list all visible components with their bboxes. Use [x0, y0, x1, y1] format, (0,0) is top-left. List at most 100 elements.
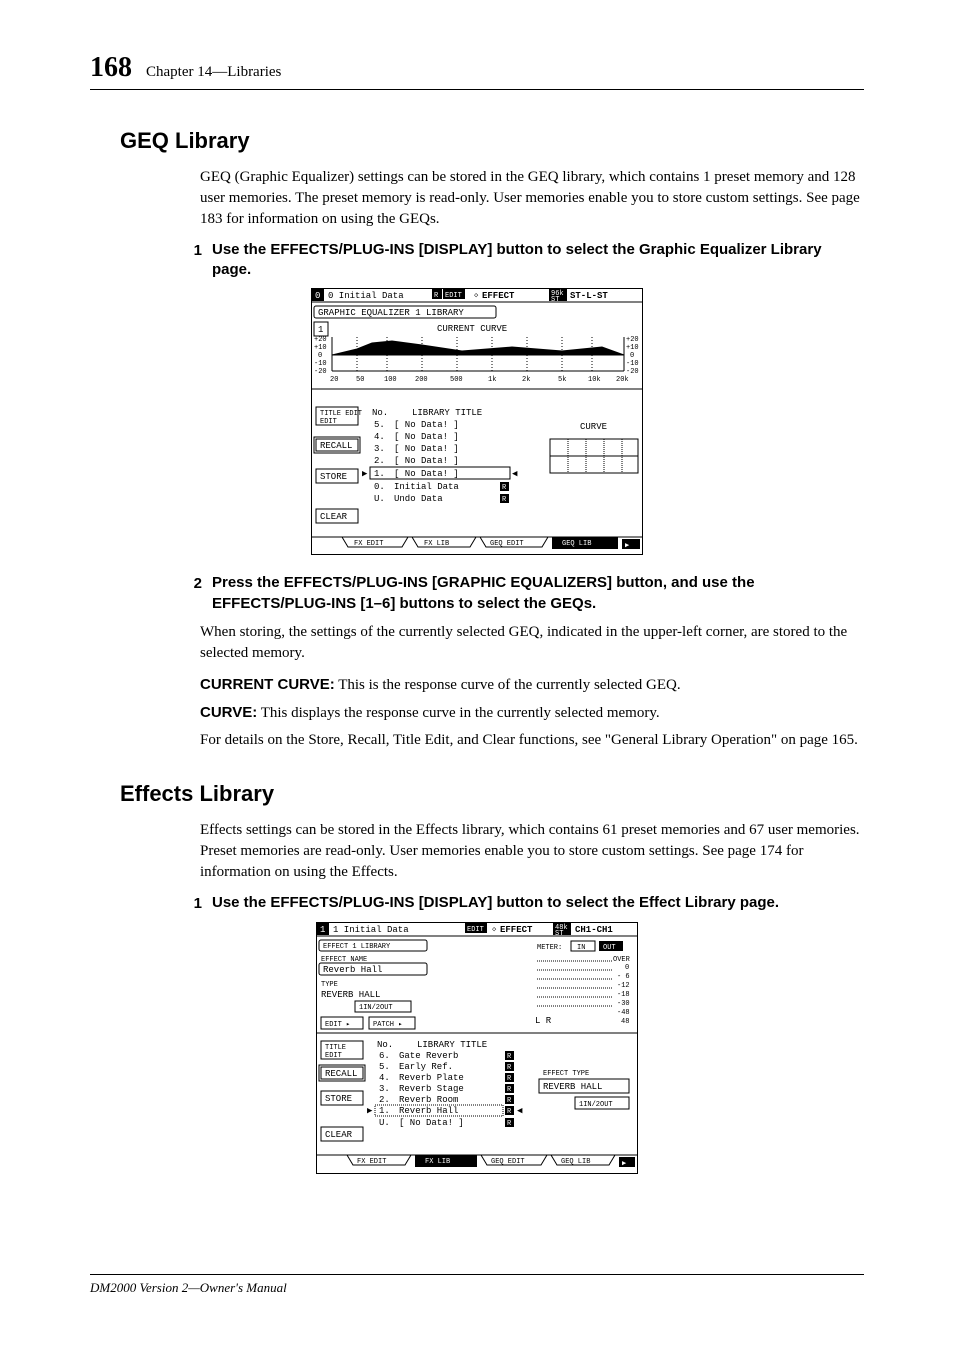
btn-store[interactable]: STORE: [320, 472, 347, 482]
svg-text:U.: U.: [374, 494, 385, 504]
svg-text:48: 48: [621, 1018, 629, 1026]
svg-text:Gate Reverb: Gate Reverb: [399, 1051, 458, 1061]
header-left: 1 Initial Data: [333, 925, 409, 935]
section-heading-effects: Effects Library: [120, 779, 864, 810]
svg-text:-30: -30: [617, 1000, 630, 1008]
svg-text:4.: 4.: [379, 1073, 390, 1083]
effect-type-label: EFFECT TYPE: [543, 1070, 589, 1078]
tab-row: FX EDIT FX LIB GEQ EDIT GEQ LIB ▶: [342, 537, 640, 550]
svg-text:100: 100: [384, 376, 397, 384]
type-label: TYPE: [321, 981, 338, 989]
meter-in[interactable]: IN: [577, 944, 585, 952]
svg-text:+20: +20: [626, 336, 639, 344]
btn-clear[interactable]: CLEAR: [325, 1130, 353, 1140]
svg-text:EDIT: EDIT: [325, 1052, 342, 1060]
meter-lr: L R: [535, 1016, 552, 1026]
step-number: 2: [174, 573, 212, 614]
tab-fx-lib[interactable]: FX LIB: [424, 540, 449, 548]
svg-text:-10: -10: [314, 360, 327, 368]
page-number: 168: [90, 48, 132, 87]
svg-text:[ No Data! ]: [ No Data! ]: [399, 1118, 464, 1128]
svg-text:U.: U.: [379, 1118, 390, 1128]
svg-text:-20: -20: [314, 368, 327, 376]
list-col-no: No.: [377, 1040, 393, 1050]
term-current-curve-body: This is the response curve of the curren…: [335, 677, 681, 693]
btn-store[interactable]: STORE: [325, 1094, 352, 1104]
triangle-left-icon: ◀: [517, 1106, 523, 1116]
svg-text:Reverb Stage: Reverb Stage: [399, 1084, 464, 1094]
tab-fx-edit[interactable]: FX EDIT: [354, 540, 383, 548]
btn-recall[interactable]: RECALL: [320, 441, 352, 451]
svg-text:5k: 5k: [558, 376, 566, 384]
effect-library-screenshot: 1 1 Initial Data EDIT ◇ EFFECT 48kST CH1…: [316, 922, 638, 1174]
triangle-right-icon: ▶: [362, 469, 368, 479]
fx-step-1: 1 Use the EFFECTS/PLUG-INS [DISPLAY] but…: [174, 893, 864, 914]
svg-text:Undo Data: Undo Data: [394, 494, 443, 504]
svg-text:Reverb Room: Reverb Room: [399, 1095, 458, 1105]
svg-text:-20: -20: [626, 368, 639, 376]
svg-text:5.: 5.: [379, 1062, 390, 1072]
effect-type: REVERB HALL: [321, 990, 380, 1000]
tab-geq-lib[interactable]: GEQ LIB: [562, 540, 591, 548]
geq-step2-body: When storing, the settings of the curren…: [200, 622, 864, 664]
term-curve-body: This displays the response curve in the …: [257, 705, 659, 721]
tab-fx-edit[interactable]: FX EDIT: [357, 1158, 386, 1166]
step-number: 1: [174, 240, 212, 281]
svg-text:20: 20: [330, 376, 338, 384]
btn-title-edit[interactable]: TITLE EDIT: [320, 410, 362, 418]
tab-geq-lib[interactable]: GEQ LIB: [561, 1158, 590, 1166]
svg-text:3.: 3.: [374, 444, 385, 454]
svg-text:EDIT: EDIT: [467, 926, 484, 934]
step-text: Press the EFFECTS/PLUG-INS [GRAPHIC EQUA…: [212, 573, 864, 614]
geq-step-2: 2 Press the EFFECTS/PLUG-INS [GRAPHIC EQ…: [174, 573, 864, 614]
triangle-right-icon: ▶: [367, 1106, 373, 1116]
svg-text:-18: -18: [617, 991, 630, 999]
btn-recall[interactable]: RECALL: [325, 1069, 357, 1079]
svg-text:OVER: OVER: [613, 956, 631, 964]
page-header: 168 Chapter 14—Libraries: [90, 48, 864, 90]
svg-text:1: 1: [320, 925, 325, 935]
header-index: 0: [315, 291, 320, 301]
svg-text:2.: 2.: [374, 456, 385, 466]
svg-text:0: 0: [625, 964, 629, 972]
meter-out[interactable]: OUT: [603, 944, 616, 952]
svg-text:200: 200: [415, 376, 428, 384]
svg-text:50: 50: [356, 376, 364, 384]
list-col-title: LIBRARY TITLE: [417, 1040, 487, 1050]
svg-text:0: 0: [630, 352, 634, 360]
btn-title-edit[interactable]: TITLE: [325, 1044, 346, 1052]
svg-text:[ No Data! ]: [ No Data! ]: [394, 420, 459, 430]
svg-text:Reverb Hall: Reverb Hall: [399, 1106, 458, 1116]
header-center: EFFECT: [482, 291, 515, 301]
page-label: GRAPHIC EQUALIZER 1 LIBRARY: [318, 308, 464, 318]
btn-edit[interactable]: EDIT ▸: [325, 1021, 350, 1029]
tab-geq-edit[interactable]: GEQ EDIT: [490, 540, 524, 548]
footer: DM2000 Version 2—Owner's Manual: [90, 1274, 864, 1297]
svg-text:1.: 1.: [379, 1106, 390, 1116]
svg-text:EDIT: EDIT: [320, 418, 337, 426]
svg-text:[ No Data! ]: [ No Data! ]: [394, 432, 459, 442]
geq-library-screenshot: 0 0 Initial Data R EDIT ◇ EFFECT 96kST S…: [311, 288, 643, 555]
svg-text:[ No Data! ]: [ No Data! ]: [394, 456, 459, 466]
svg-text:+10: +10: [314, 344, 327, 352]
svg-text:Initial Data: Initial Data: [394, 482, 459, 492]
tab-fx-lib[interactable]: FX LIB: [425, 1158, 450, 1166]
geq-step-1: 1 Use the EFFECTS/PLUG-INS [DISPLAY] but…: [174, 240, 864, 281]
section-heading-geq: GEQ Library: [120, 126, 864, 157]
btn-patch[interactable]: PATCH ▸: [373, 1021, 402, 1029]
svg-text:-10: -10: [626, 360, 639, 368]
svg-text:20k: 20k: [616, 376, 629, 384]
current-curve-label: CURRENT CURVE: [437, 324, 507, 334]
tab-geq-edit[interactable]: GEQ EDIT: [491, 1158, 525, 1166]
list-col-no: No.: [372, 408, 388, 418]
header-right: ST-L-ST: [570, 291, 608, 301]
page-label: EFFECT 1 LIBRARY: [323, 943, 391, 951]
svg-text:1.: 1.: [374, 469, 385, 479]
term-curve: CURVE:: [200, 704, 257, 721]
svg-text:Early Ref.: Early Ref.: [399, 1062, 453, 1072]
btn-clear[interactable]: CLEAR: [320, 512, 348, 522]
header-center: EFFECT: [500, 925, 533, 935]
step-text: Use the EFFECTS/PLUG-INS [DISPLAY] butto…: [212, 240, 864, 281]
svg-text:10k: 10k: [588, 376, 601, 384]
header-left: 0 Initial Data: [328, 291, 404, 301]
